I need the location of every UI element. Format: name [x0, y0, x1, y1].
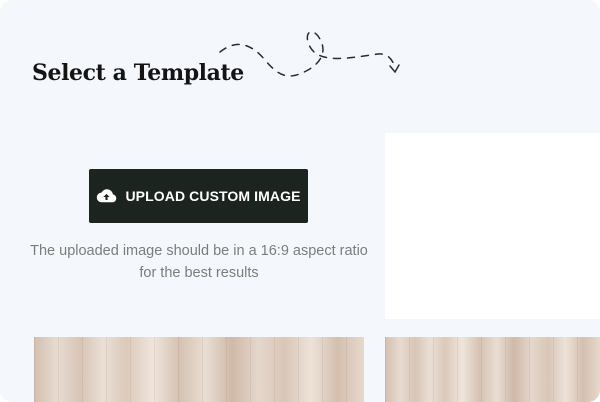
- template-thumbnail-wood-2[interactable]: [385, 337, 600, 402]
- decorative-dashed-arrow: [219, 31, 400, 77]
- cloud-upload-icon: [97, 189, 117, 203]
- upload-hint-text: The uploaded image should be in a 16:9 a…: [30, 243, 368, 281]
- upload-custom-image-button[interactable]: UPLOAD CUSTOM IMAGE: [89, 169, 308, 223]
- template-thumbnail-wood-1[interactable]: [34, 337, 364, 402]
- template-selector-panel: Select a Template UPLOAD CUSTOM IMAGE Th…: [0, 0, 600, 402]
- template-preview-card[interactable]: [385, 133, 600, 319]
- upload-button-label: UPLOAD CUSTOM IMAGE: [125, 188, 301, 204]
